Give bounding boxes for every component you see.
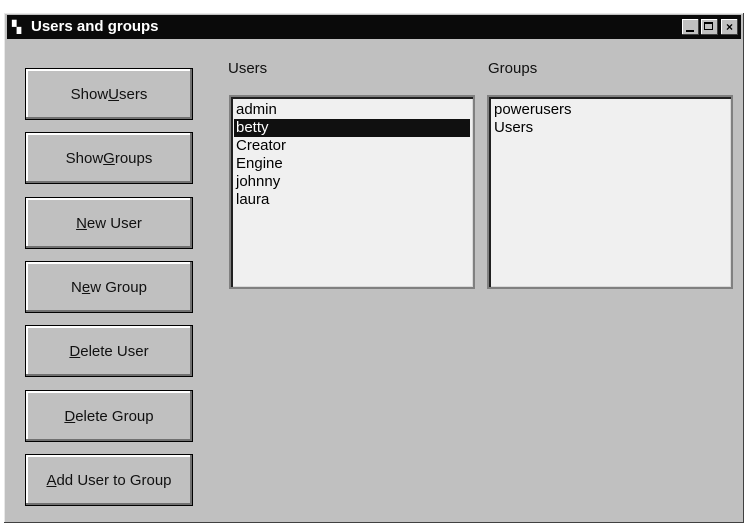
accelerator-key: G (103, 149, 115, 167)
groups-listbox[interactable]: powerusers Users (487, 95, 733, 289)
show-users-button[interactable]: Show Users (25, 68, 193, 120)
list-item[interactable]: johnny (234, 173, 470, 191)
delete-group-button[interactable]: Delete Group (25, 390, 193, 442)
close-icon: × (725, 20, 733, 34)
list-item[interactable]: Users (492, 119, 728, 137)
list-item[interactable]: Creator (234, 137, 470, 155)
add-user-to-group-button[interactable]: Add User to Group (25, 454, 193, 506)
accelerator-key: D (64, 407, 76, 425)
button-label: Show (70, 85, 109, 103)
accelerator-key: N (76, 214, 87, 232)
button-label: elete User (80, 342, 149, 360)
button-label: ew User (86, 214, 142, 232)
button-label: roups (114, 149, 153, 167)
accelerator-key: D (69, 342, 81, 360)
button-label: elete Group (75, 407, 154, 425)
list-item[interactable]: Engine (234, 155, 470, 173)
accelerator-key: e (81, 278, 91, 296)
button-label: w Group (90, 278, 147, 296)
minimize-button[interactable] (682, 19, 699, 35)
list-item[interactable]: laura (234, 191, 470, 209)
minimize-icon (686, 30, 694, 32)
maximize-icon (704, 22, 713, 30)
window-title: Users and groups (31, 18, 159, 35)
close-button[interactable]: × (721, 19, 738, 35)
button-label: N (71, 278, 82, 296)
button-label: Show (65, 149, 104, 167)
delete-user-button[interactable]: Delete User (25, 325, 193, 377)
users-label: Users (228, 60, 268, 77)
accelerator-key: A (46, 471, 57, 489)
list-item[interactable]: betty (234, 119, 470, 137)
groups-label: Groups (488, 60, 538, 77)
new-user-button[interactable]: New User (25, 197, 193, 249)
users-and-groups-window: ▚ Users and groups × Show Users Show Gro… (4, 13, 744, 523)
list-item[interactable]: admin (234, 101, 470, 119)
show-groups-button[interactable]: Show Groups (25, 132, 193, 184)
app-icon: ▚ (12, 20, 22, 34)
users-listbox[interactable]: admin betty Creator Engine johnny laura (229, 95, 475, 289)
button-label: dd User to Group (56, 471, 172, 489)
title-bar[interactable]: ▚ Users and groups × (7, 15, 741, 39)
new-group-button[interactable]: New Group (25, 261, 193, 313)
accelerator-key: U (108, 85, 120, 103)
list-item[interactable]: powerusers (492, 101, 728, 119)
maximize-button[interactable] (701, 19, 718, 35)
button-label: sers (119, 85, 148, 103)
